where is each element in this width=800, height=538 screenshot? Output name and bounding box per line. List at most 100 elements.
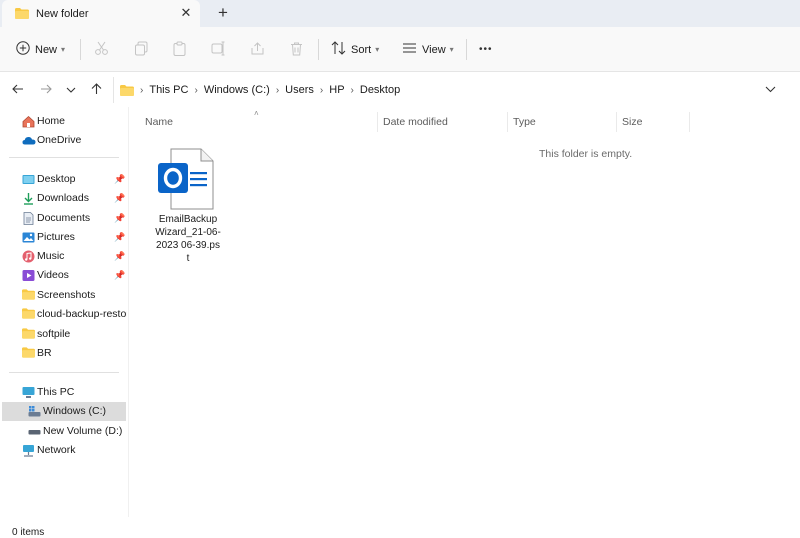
column-header-size[interactable]: Size (622, 116, 642, 128)
view-list-icon (402, 42, 417, 57)
sidebar-item-screenshots[interactable]: Screenshots (0, 286, 128, 305)
sidebar-item-windows-c[interactable]: Windows (C:) (2, 402, 126, 421)
chevron-right-icon[interactable]: › (194, 85, 197, 96)
pin-icon[interactable]: 📌 (114, 270, 125, 281)
sidebar-item-downloads[interactable]: Downloads 📌 (0, 189, 128, 208)
sidebar-item-desktop[interactable]: Desktop 📌 (0, 170, 128, 189)
address-dropdown-icon[interactable] (765, 84, 776, 96)
sidebar-item-br[interactable]: BR (0, 344, 128, 363)
view-label: View (422, 43, 446, 56)
sort-button[interactable]: Sort ▾ (331, 27, 379, 72)
forward-button[interactable] (37, 81, 55, 99)
pin-icon[interactable]: 📌 (114, 251, 125, 262)
folder-icon (15, 8, 29, 22)
sidebar-item-onedrive[interactable]: OneDrive (0, 131, 128, 150)
sidebar-label: OneDrive (37, 134, 82, 146)
column-divider[interactable] (377, 112, 378, 132)
sidebar-item-this-pc[interactable]: This PC (0, 383, 128, 402)
file-name: EmailBackupWizard_21-06-2023 06-39.pst (155, 214, 221, 264)
sidebar-item-home[interactable]: Home (0, 112, 128, 131)
sidebar-item-videos[interactable]: Videos 📌 (0, 266, 128, 285)
toolbar-divider (466, 39, 467, 60)
view-button[interactable]: View ▾ (402, 27, 454, 72)
breadcrumb-hp[interactable]: HP (329, 84, 344, 96)
new-button[interactable]: New ▾ (16, 27, 65, 72)
sidebar-item-documents[interactable]: Documents 📌 (0, 209, 128, 228)
paste-button[interactable] (172, 27, 187, 72)
recent-locations-button[interactable] (62, 81, 80, 99)
up-button[interactable] (87, 81, 105, 99)
sidebar-label: Videos (37, 269, 69, 281)
sidebar-label: This PC (37, 386, 75, 398)
sort-ascending-icon: ˄ (254, 109, 259, 118)
sidebar-item-music[interactable]: Music 📌 (0, 247, 128, 266)
plus-circle-icon (16, 41, 30, 58)
rename-icon (211, 41, 226, 59)
delete-button[interactable] (289, 27, 304, 72)
pin-icon[interactable]: 📌 (114, 174, 125, 185)
breadcrumb-this-pc[interactable]: This PC (149, 84, 188, 96)
copy-icon (134, 41, 149, 59)
arrow-up-icon (91, 82, 102, 98)
trash-icon (289, 41, 304, 59)
sidebar-label: Documents (37, 212, 91, 224)
column-divider[interactable] (689, 112, 690, 132)
sidebar-label: New Volume (D:) (43, 425, 123, 437)
column-header-type[interactable]: Type (513, 116, 536, 128)
pin-icon[interactable]: 📌 (114, 193, 125, 204)
pin-icon[interactable]: 📌 (114, 232, 125, 243)
drive-icon (28, 405, 41, 418)
sidebar-item-network[interactable]: Network (0, 441, 128, 460)
column-header-date-modified[interactable]: Date modified (383, 116, 448, 128)
sidebar-item-softpile[interactable]: softpile (0, 325, 128, 344)
empty-folder-message: This folder is empty. (539, 148, 633, 160)
file-list[interactable]: ˄ Name Date modified Type Size This fold… (128, 107, 800, 517)
sort-label: Sort (351, 43, 372, 56)
cut-button[interactable] (94, 27, 109, 72)
home-icon (22, 115, 35, 128)
picture-icon (22, 231, 35, 244)
address-field[interactable]: › This PC › Windows (C:) › Users › HP › … (113, 77, 796, 103)
video-icon (22, 269, 35, 282)
share-icon (250, 41, 265, 59)
toolbar-divider (80, 39, 81, 60)
navigation-pane: Home OneDrive Desktop 📌 Downloads 📌 Docu… (0, 107, 128, 517)
new-tab-button[interactable]: + (214, 4, 232, 22)
chevron-right-icon[interactable]: › (276, 85, 279, 96)
outlook-pst-file-icon (157, 147, 215, 211)
sidebar-item-cloud-backup-restore[interactable]: cloud-backup-restore (0, 305, 128, 324)
tab-new-folder[interactable]: New folder ✕ (2, 0, 200, 27)
chevron-right-icon[interactable]: › (320, 85, 323, 96)
scissors-icon (94, 41, 109, 59)
share-button[interactable] (250, 27, 265, 72)
back-button[interactable] (9, 81, 27, 99)
sidebar-label: cloud-backup-restore (37, 308, 127, 320)
sidebar-item-pictures[interactable]: Pictures 📌 (0, 228, 128, 247)
sidebar-label: Screenshots (37, 289, 96, 301)
folder-icon (22, 328, 35, 341)
rename-button[interactable] (211, 27, 226, 72)
column-divider[interactable] (507, 112, 508, 132)
close-tab-button[interactable]: ✕ (178, 5, 194, 21)
chevron-right-icon: › (140, 84, 144, 96)
breadcrumb-desktop[interactable]: Desktop (360, 84, 400, 96)
clipboard-icon (172, 41, 187, 59)
copy-button[interactable] (134, 27, 149, 72)
sidebar-item-new-volume-d[interactable]: New Volume (D:) (0, 422, 128, 441)
pin-icon[interactable]: 📌 (114, 213, 125, 224)
more-options-button[interactable]: ••• (479, 27, 493, 72)
folder-icon (120, 84, 134, 96)
new-label: New (35, 43, 58, 56)
sidebar-divider (9, 372, 119, 373)
sidebar-label: Desktop (37, 173, 76, 185)
computer-icon (22, 386, 35, 399)
folder-icon (22, 308, 35, 321)
music-icon (22, 250, 35, 263)
column-header-name[interactable]: Name (145, 116, 173, 128)
sidebar-label: Downloads (37, 192, 89, 204)
sort-icon (331, 41, 346, 58)
column-divider[interactable] (616, 112, 617, 132)
chevron-right-icon[interactable]: › (351, 85, 354, 96)
breadcrumb-users[interactable]: Users (285, 84, 314, 96)
breadcrumb-windows-c[interactable]: Windows (C:) (204, 84, 270, 96)
